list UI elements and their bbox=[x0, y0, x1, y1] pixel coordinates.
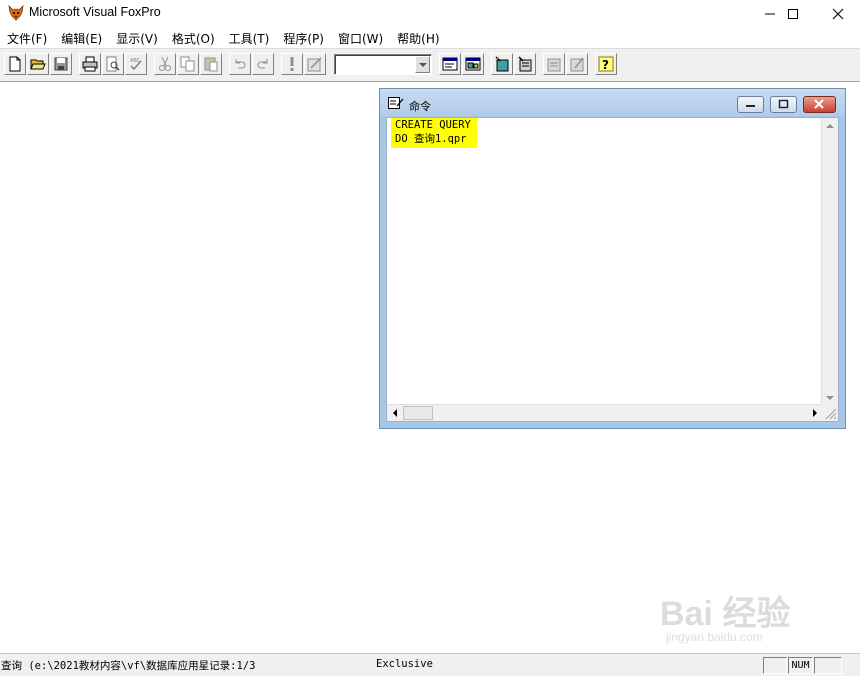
cut-button[interactable] bbox=[154, 53, 176, 75]
print-button[interactable] bbox=[79, 53, 101, 75]
command-restore-button[interactable] bbox=[770, 96, 797, 113]
restore-icon bbox=[778, 99, 789, 109]
autoform-button[interactable] bbox=[543, 53, 565, 75]
maximize-icon bbox=[788, 8, 798, 19]
command-text-selection[interactable]: CREATE QUERY DO 查询1.qpr bbox=[391, 118, 477, 148]
svg-text:?: ? bbox=[602, 58, 609, 72]
autoreport-button[interactable] bbox=[566, 53, 588, 75]
report-wizard-button[interactable] bbox=[514, 53, 536, 75]
command-editor[interactable]: CREATE QUERY DO 查询1.qpr bbox=[386, 117, 839, 422]
form-wizard-icon bbox=[495, 56, 509, 72]
undo-button[interactable] bbox=[229, 53, 251, 75]
modify-form-button[interactable] bbox=[304, 53, 326, 75]
new-button[interactable] bbox=[4, 53, 26, 75]
foxpro-logo-icon bbox=[8, 4, 24, 21]
save-icon bbox=[54, 57, 68, 71]
resize-grip[interactable] bbox=[821, 404, 838, 421]
new-icon bbox=[9, 56, 21, 72]
form-wizard-button[interactable] bbox=[491, 53, 513, 75]
autoreport-icon bbox=[570, 57, 584, 72]
modify-form-icon bbox=[307, 57, 322, 72]
autoform-icon bbox=[547, 58, 561, 72]
redo-button[interactable] bbox=[252, 53, 274, 75]
open-button[interactable] bbox=[27, 53, 49, 75]
close-icon bbox=[814, 99, 824, 109]
status-text: 查询 (e:\2021教材内容\vf\数据库应用星记录:1/3 bbox=[1, 660, 256, 672]
run-icon bbox=[290, 57, 294, 71]
help-button[interactable]: ? bbox=[595, 53, 617, 75]
paste-icon bbox=[204, 57, 218, 72]
resize-grip-icon bbox=[825, 408, 837, 420]
redo-icon bbox=[257, 59, 268, 69]
menu-window[interactable]: 窗口(W) bbox=[331, 27, 390, 47]
horizontal-scrollbar[interactable] bbox=[387, 404, 823, 421]
maximize-button[interactable] bbox=[770, 0, 816, 27]
print-icon bbox=[82, 56, 98, 72]
command-window[interactable]: 命令 CREATE QUERY DO 查询1.qpr bbox=[379, 88, 846, 429]
scroll-left-button[interactable] bbox=[387, 405, 403, 421]
command-window-titlebar[interactable]: 命令 bbox=[380, 89, 845, 116]
menu-view[interactable]: 显示(V) bbox=[109, 27, 165, 47]
command-window-title: 命令 bbox=[409, 100, 431, 113]
baidu-watermark: Bai 经验 jingyan.baidu.com bbox=[660, 586, 860, 650]
open-icon bbox=[30, 59, 46, 70]
spelling-icon: ABC bbox=[130, 58, 142, 71]
title-bar: Microsoft Visual FoxPro bbox=[0, 0, 860, 27]
menu-edit[interactable]: 编辑(E) bbox=[54, 27, 109, 47]
watermark-text: Bai 经验 bbox=[660, 595, 791, 633]
command-window-icon bbox=[442, 57, 458, 71]
menu-help[interactable]: 帮助(H) bbox=[390, 27, 446, 47]
run-button[interactable] bbox=[281, 53, 303, 75]
menu-file[interactable]: 文件(F) bbox=[0, 27, 54, 47]
command-close-button[interactable] bbox=[803, 96, 836, 113]
window-title: Microsoft Visual FoxPro bbox=[29, 5, 161, 19]
command-line[interactable]: DO 查询1.qpr bbox=[395, 132, 471, 146]
menu-tools[interactable]: 工具(T) bbox=[222, 27, 277, 47]
status-panel-caps bbox=[763, 657, 787, 674]
arrow-up-icon bbox=[826, 124, 834, 128]
copy-button[interactable] bbox=[177, 53, 199, 75]
help-icon: ? bbox=[598, 56, 614, 72]
combo-dropdown-button[interactable] bbox=[415, 56, 430, 73]
data-session-icon bbox=[465, 57, 481, 71]
cut-icon bbox=[159, 56, 171, 71]
command-window-icon bbox=[388, 97, 404, 109]
menu-format[interactable]: 格式(O) bbox=[165, 27, 222, 47]
close-icon bbox=[832, 8, 844, 19]
report-wizard-icon bbox=[518, 56, 532, 72]
object-combo-box[interactable] bbox=[334, 54, 432, 75]
minimize-icon bbox=[746, 105, 755, 107]
arrow-left-icon bbox=[393, 409, 397, 417]
data-session-button[interactable] bbox=[462, 53, 484, 75]
status-panel-ins bbox=[814, 657, 842, 674]
print-preview-button[interactable] bbox=[102, 53, 124, 75]
menu-program[interactable]: 程序(P) bbox=[276, 27, 331, 47]
command-window-button[interactable] bbox=[439, 53, 461, 75]
print-preview-icon bbox=[106, 56, 120, 72]
status-bar: 查询 (e:\2021教材内容\vf\数据库应用星记录:1/3 Exclusiv… bbox=[0, 653, 860, 676]
vertical-scrollbar[interactable] bbox=[821, 118, 838, 406]
standard-toolbar: ABC ? bbox=[0, 48, 860, 82]
spelling-button[interactable]: ABC bbox=[125, 53, 147, 75]
close-button[interactable] bbox=[815, 0, 860, 27]
undo-icon bbox=[235, 59, 246, 69]
command-line[interactable]: CREATE QUERY bbox=[395, 118, 471, 132]
watermark-subtext: jingyan.baidu.com bbox=[666, 630, 763, 644]
copy-icon bbox=[180, 56, 195, 72]
status-mode: Exclusive bbox=[376, 658, 433, 670]
save-button[interactable] bbox=[50, 53, 72, 75]
menu-bar: 文件(F) 编辑(E) 显示(V) 格式(O) 工具(T) 程序(P) 窗口(W… bbox=[0, 27, 860, 47]
scroll-up-button[interactable] bbox=[822, 118, 838, 134]
horizontal-scroll-thumb[interactable] bbox=[403, 406, 433, 420]
status-panel-num: NUM bbox=[788, 657, 813, 674]
command-minimize-button[interactable] bbox=[737, 96, 764, 113]
paste-button[interactable] bbox=[200, 53, 222, 75]
